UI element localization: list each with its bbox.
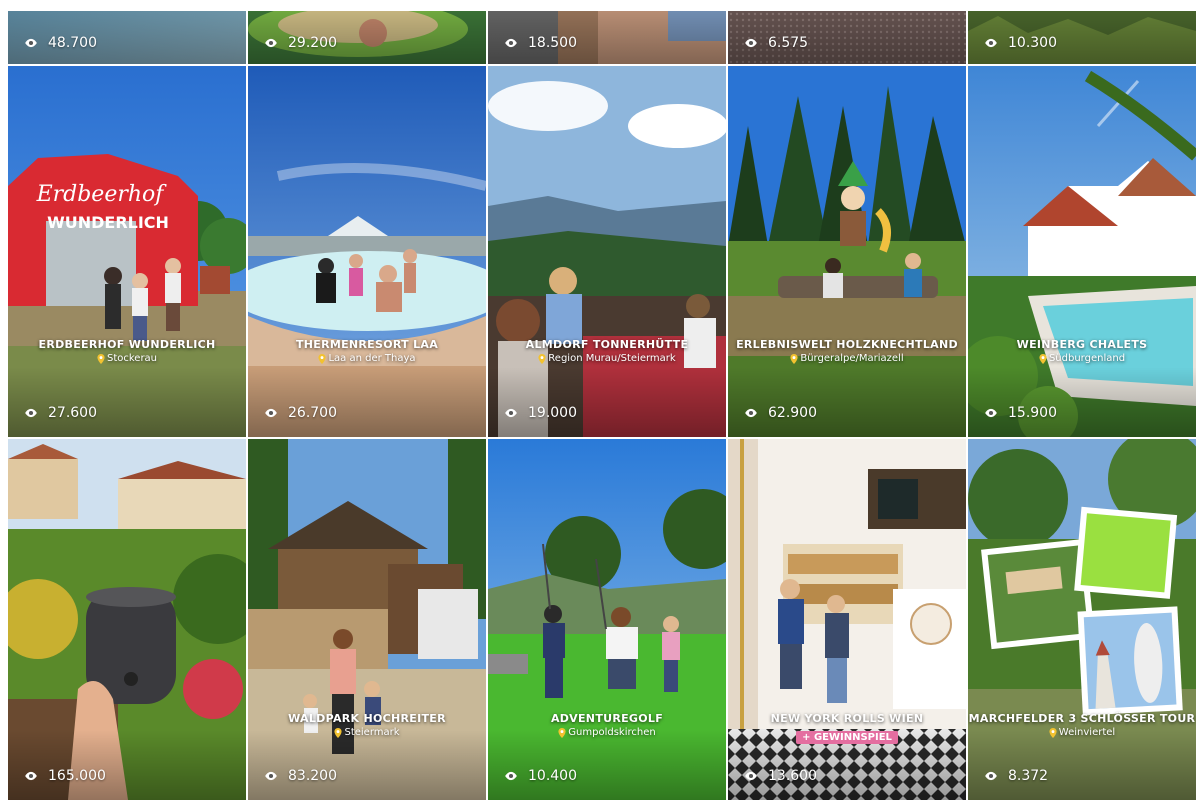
view-count: 62.900 — [744, 405, 817, 421]
grid-post[interactable]: Waldpark Hochreiter Steiermark 83.200 — [248, 439, 486, 800]
post-location: Stockerau — [8, 353, 246, 364]
post-caption: Weinberg Chalets Südburgenland — [968, 338, 1196, 364]
view-count: 8.372 — [984, 768, 1048, 784]
grid-post[interactable]: 10.300 — [968, 11, 1196, 64]
location-pin-icon — [334, 727, 343, 738]
eye-icon — [985, 408, 997, 418]
post-title: Erlebniswelt Holzknechtland — [736, 338, 958, 351]
location-pin-icon — [558, 727, 566, 738]
eye-icon — [505, 771, 517, 781]
post-caption: Marchfelder 3 Schlösser Tour Weinviertel — [968, 712, 1196, 738]
post-caption: Almdorf Tonnerhütte Region Murau/Steierm… — [488, 338, 726, 364]
grid-post[interactable]: New York Rolls Wien + GEWINNSPIEL 13.600 — [728, 439, 966, 800]
view-count: 29.200 — [264, 35, 337, 51]
view-count: 26.700 — [264, 405, 337, 421]
giveaway-badge: + GEWINNSPIEL — [796, 731, 898, 744]
location-pin-icon — [538, 353, 546, 364]
post-title: Waldpark Hochreiter — [288, 712, 446, 725]
svg-text:WUNDERLICH: WUNDERLICH — [47, 213, 169, 232]
post-caption: Waldpark Hochreiter Steiermark — [248, 712, 486, 738]
post-title: Erdbeerhof Wunderlich — [38, 338, 216, 351]
post-location: Weinviertel — [968, 727, 1196, 738]
grid-post[interactable]: Marchfelder 3 Schlösser Tour Weinviertel… — [968, 439, 1196, 800]
post-title: Weinberg Chalets — [1016, 338, 1148, 351]
grid-post[interactable]: Thermenresort Laa Laa an der Thaya 26.70… — [248, 66, 486, 437]
view-count: 83.200 — [264, 768, 337, 784]
eye-icon — [25, 771, 37, 781]
eye-icon — [745, 38, 757, 48]
post-caption: Erlebniswelt Holzknechtland Bürgeralpe/M… — [728, 338, 966, 364]
post-location: Bürgeralpe/Mariazell — [728, 353, 966, 364]
grid-post[interactable]: 18.500 — [488, 11, 726, 64]
view-count: 165.000 — [24, 768, 106, 784]
view-count: 6.575 — [744, 35, 808, 51]
eye-icon — [25, 408, 37, 418]
post-location: Laa an der Thaya — [248, 353, 486, 364]
grid-post[interactable]: 6.575 — [728, 11, 966, 64]
view-count: 27.600 — [24, 405, 97, 421]
post-caption: Adventuregolf Gumpoldskirchen — [488, 712, 726, 738]
grid-post[interactable]: Erlebniswelt Holzknechtland Bürgeralpe/M… — [728, 66, 966, 437]
post-location: Steiermark — [248, 727, 486, 738]
grid-post[interactable]: 48.700 — [8, 11, 246, 64]
location-pin-icon — [318, 353, 327, 364]
post-title: Thermenresort Laa — [295, 338, 439, 351]
eye-icon — [505, 408, 517, 418]
eye-icon — [985, 771, 997, 781]
view-count: 10.400 — [504, 768, 577, 784]
post-caption: Erdbeerhof Wunderlich Stockerau — [8, 338, 246, 364]
view-count: 18.500 — [504, 35, 577, 51]
eye-icon — [745, 771, 757, 781]
view-count: 10.300 — [984, 35, 1057, 51]
post-title: Marchfelder 3 Schlösser Tour — [968, 712, 1196, 725]
location-pin-icon — [1039, 353, 1047, 364]
grid-post[interactable]: Erdbeerhof WUNDERLICH Erdbeerhof Wunderl… — [8, 66, 246, 437]
post-location: Region Murau/Steiermark — [488, 353, 726, 364]
location-pin-icon — [97, 353, 105, 364]
grid-post[interactable]: Almdorf Tonnerhütte Region Murau/Steierm… — [488, 66, 726, 437]
post-grid: 48.700 29.200 18.500 6.575 10.300 Erdbee… — [8, 11, 1196, 800]
post-location: Gumpoldskirchen — [488, 727, 726, 738]
view-count: 19.000 — [504, 405, 577, 421]
post-caption: New York Rolls Wien + GEWINNSPIEL — [728, 712, 966, 744]
view-count: 13.600 — [744, 768, 817, 784]
eye-icon — [265, 771, 277, 781]
eye-icon — [985, 38, 997, 48]
location-pin-icon — [1049, 727, 1057, 738]
post-title: Almdorf Tonnerhütte — [525, 338, 689, 351]
grid-post[interactable]: 165.000 — [8, 439, 246, 800]
grid-post[interactable]: Adventuregolf Gumpoldskirchen 10.400 — [488, 439, 726, 800]
view-count: 48.700 — [24, 35, 97, 51]
svg-text:Erdbeerhof: Erdbeerhof — [36, 182, 168, 207]
post-location: Südburgenland — [968, 353, 1196, 364]
view-count: 15.900 — [984, 405, 1057, 421]
location-pin-icon — [790, 353, 798, 364]
eye-icon — [265, 408, 277, 418]
post-title: Adventuregolf — [550, 712, 664, 725]
eye-icon — [505, 38, 517, 48]
eye-icon — [745, 408, 757, 418]
grid-post[interactable]: 29.200 — [248, 11, 486, 64]
eye-icon — [25, 38, 37, 48]
post-title: New York Rolls Wien — [770, 712, 924, 725]
eye-icon — [265, 38, 277, 48]
grid-post[interactable]: Weinberg Chalets Südburgenland 15.900 — [968, 66, 1196, 437]
post-caption: Thermenresort Laa Laa an der Thaya — [248, 338, 486, 364]
